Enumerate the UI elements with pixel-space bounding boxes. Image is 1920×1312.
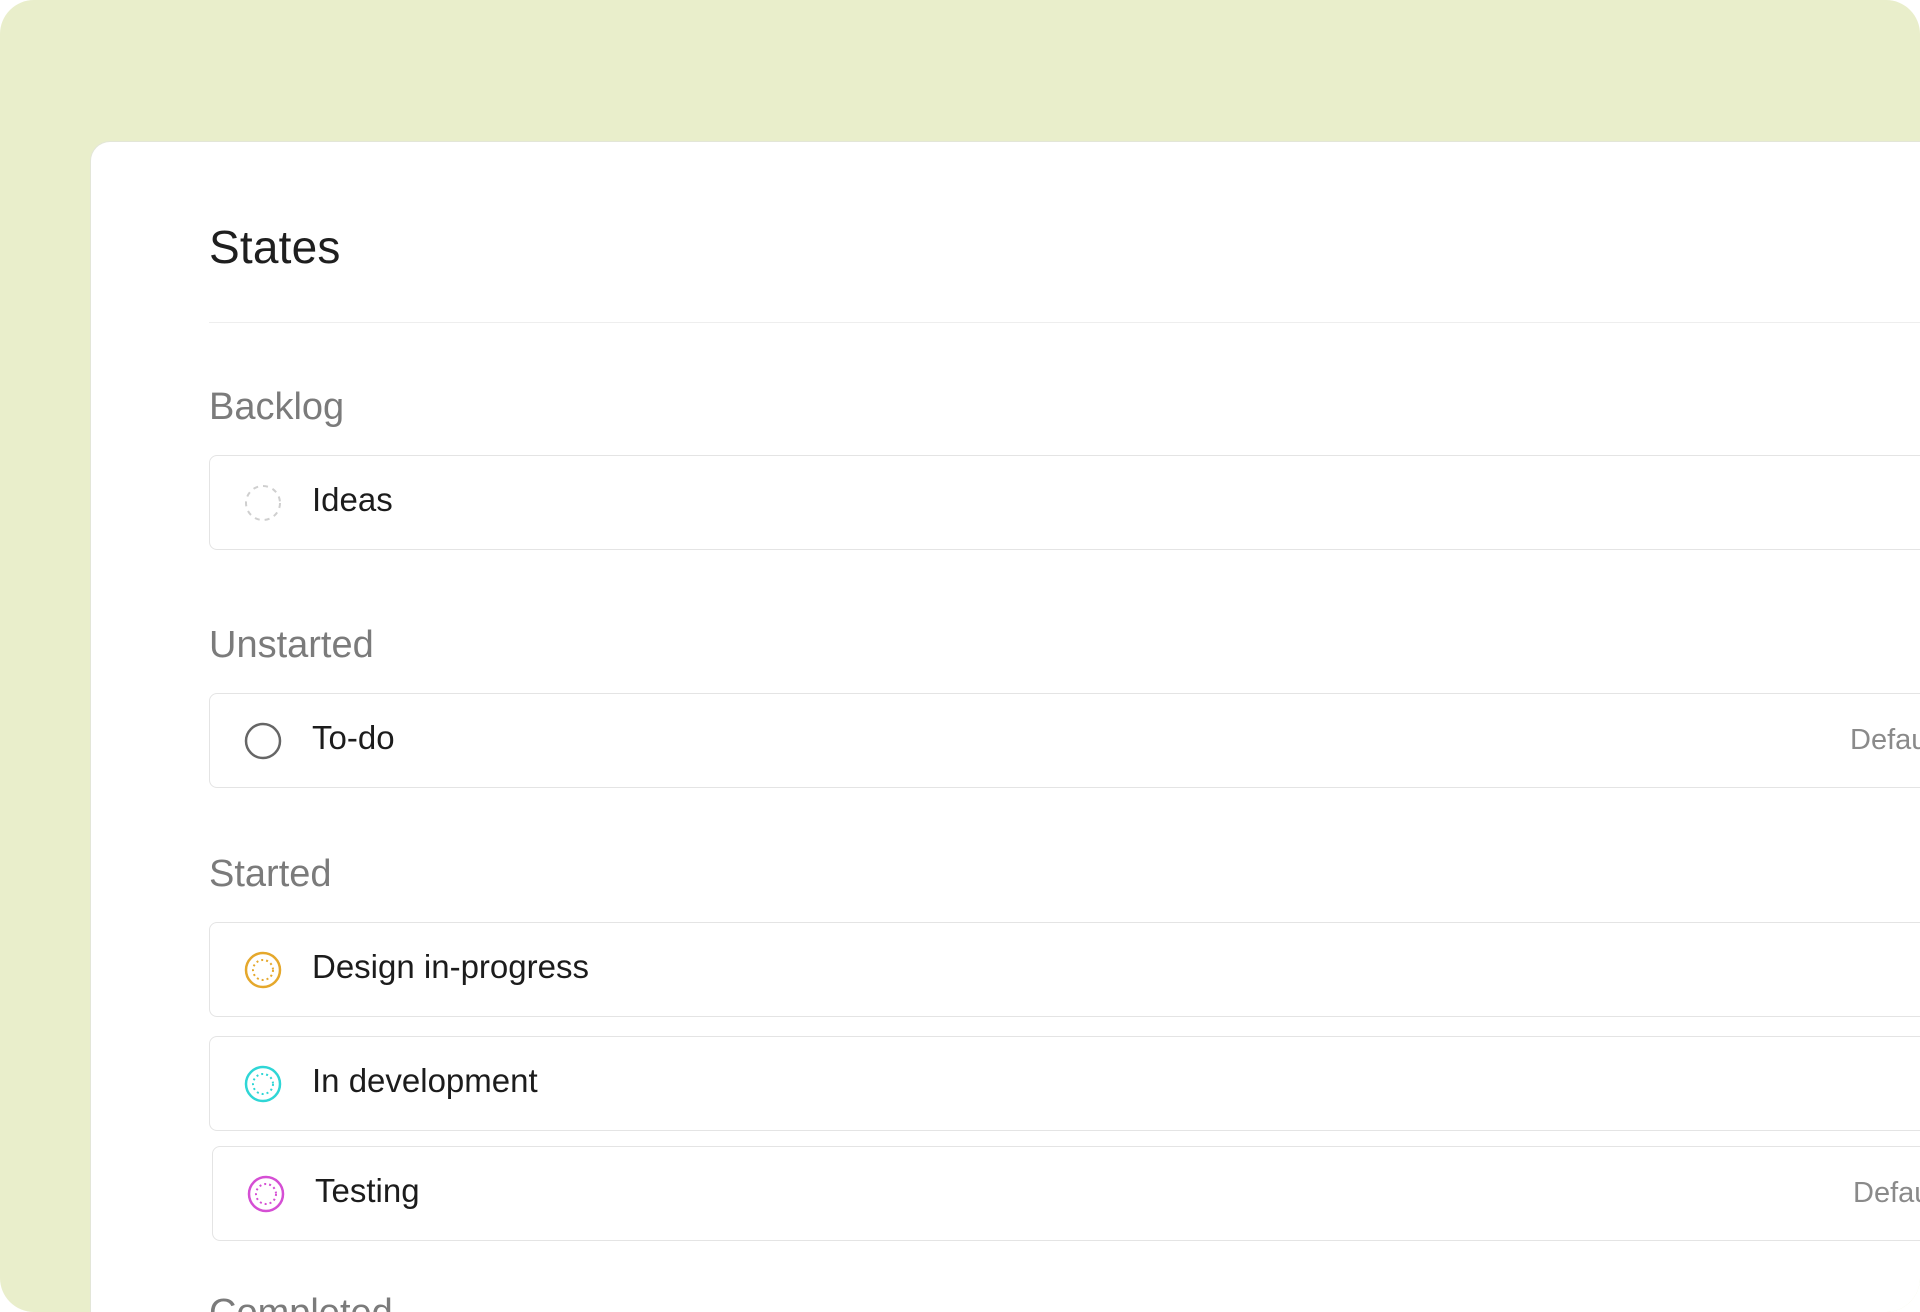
group-title-backlog: Backlog — [209, 386, 345, 428]
state-label: Design in-progress — [312, 948, 589, 985]
empty-circle-icon — [244, 722, 282, 760]
group-title-unstarted: Unstarted — [209, 624, 374, 666]
dotted-circle-icon — [244, 1065, 282, 1103]
state-row-design-in-progress[interactable]: Design in-progress — [209, 922, 1920, 1017]
settings-panel: States Backlog Ideas Unstarted To-do Def… — [90, 141, 1920, 1312]
title-divider — [209, 322, 1920, 323]
default-badge: Defau — [1853, 1177, 1920, 1209]
group-title-started: Started — [209, 853, 332, 895]
group-title-completed: Completed — [209, 1292, 393, 1312]
dotted-circle-icon — [244, 951, 282, 989]
page-title: States — [209, 221, 341, 273]
state-label: Ideas — [312, 481, 393, 518]
dotted-circle-icon — [247, 1175, 285, 1213]
default-badge: Defau — [1850, 724, 1920, 756]
state-label: Testing — [315, 1172, 420, 1209]
state-label: To-do — [312, 719, 395, 756]
state-row-ideas[interactable]: Ideas — [209, 455, 1920, 550]
state-row-to-do[interactable]: To-do Defau — [209, 693, 1920, 788]
state-label: In development — [312, 1062, 538, 1099]
backdrop: States Backlog Ideas Unstarted To-do Def… — [0, 0, 1920, 1312]
dashed-circle-icon — [245, 485, 281, 521]
state-row-testing[interactable]: Testing Defau — [212, 1146, 1920, 1241]
state-row-in-development[interactable]: In development — [209, 1036, 1920, 1131]
